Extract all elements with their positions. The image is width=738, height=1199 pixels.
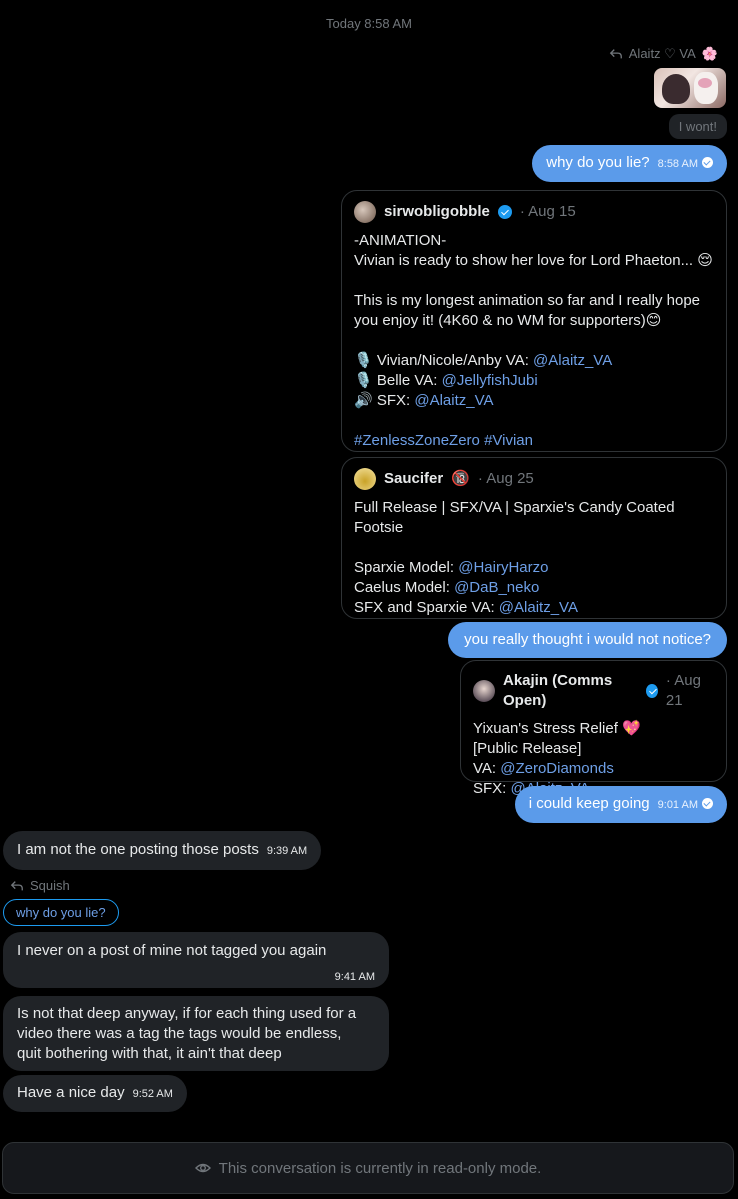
- message-bubble-outgoing[interactable]: why do you lie? 8:58 AM: [532, 145, 727, 182]
- message-text: video there was a tag the tags would be …: [17, 1025, 342, 1042]
- reply-indicator: Squish: [10, 878, 70, 893]
- message-bubble-incoming[interactable]: I am not the one posting those posts 9:39…: [3, 831, 322, 870]
- verified-icon: [645, 684, 658, 698]
- reply-icon: [10, 880, 23, 890]
- avatar: [354, 201, 376, 223]
- mention-link[interactable]: @HairyHarzo: [458, 559, 548, 576]
- read-check-icon: [702, 798, 713, 809]
- post-author: sirwobligobble: [384, 203, 490, 220]
- avatar: [473, 680, 495, 702]
- post-line: Caelus Model:: [354, 579, 455, 596]
- age-badge: 🔞: [451, 470, 470, 487]
- post-line: Vivian is ready to show her love for Lor…: [354, 252, 713, 269]
- post-line: -ANIMATION-: [354, 232, 447, 249]
- read-only-notice: This conversation is currently in read-o…: [2, 1142, 734, 1194]
- mention-link[interactable]: @Alaitz_VA: [533, 352, 612, 369]
- message-text: i could keep going: [528, 795, 650, 812]
- mention-link[interactable]: @Alaitz_VA: [414, 392, 493, 409]
- post-line: Footsie: [354, 519, 404, 536]
- post-line: Sparxie Model:: [354, 559, 459, 576]
- post-line: SFX:: [473, 780, 511, 797]
- quoted-media-thumbnail[interactable]: [654, 68, 726, 108]
- reply-author: Alaitz ♡ VA: [628, 46, 696, 61]
- quoted-message[interactable]: why do you lie?: [3, 899, 119, 926]
- post-line: Yixuan's Stress Relief 💖: [473, 720, 641, 737]
- reply-author: Squish: [30, 878, 70, 893]
- shared-post-card[interactable]: sirwobligobble · Aug 15 -ANIMATION- Vivi…: [341, 190, 727, 452]
- post-line: SFX and Sparxie VA:: [354, 599, 499, 616]
- read-check-icon: [702, 157, 713, 168]
- mention-link[interactable]: @Alaitz_VA: [499, 599, 578, 616]
- conversation-timestamp: Today 8:58 AM: [326, 16, 412, 31]
- post-line: VA:: [473, 760, 501, 777]
- post-date: · Aug 15: [519, 203, 576, 220]
- shared-post-card[interactable]: Akajin (Comms Open) · Aug 21 Yixuan's St…: [460, 660, 727, 797]
- message-text: I never on a post of mine not tagged you…: [17, 942, 327, 959]
- post-line: This is my longest animation so far and …: [354, 292, 701, 309]
- mention-link[interactable]: @DaB_neko: [454, 579, 539, 596]
- message-text: Is not that deep anyway, if for each thi…: [17, 1005, 357, 1022]
- verified-icon: [497, 205, 512, 219]
- mention-link[interactable]: @JellyfishJubi: [442, 372, 538, 389]
- avatar: [354, 468, 376, 490]
- message-time: 9:01 AM: [657, 799, 698, 811]
- message-bubble-outgoing[interactable]: you really thought i would not notice?: [448, 622, 727, 658]
- read-only-text: This conversation is currently in read-o…: [218, 1159, 542, 1177]
- mention-link[interactable]: @ZeroDiamonds: [500, 760, 614, 777]
- post-author: Akajin (Comms Open): [503, 672, 613, 709]
- message-time: 9:39 AM: [266, 845, 308, 857]
- post-line: 🎙️ Belle VA:: [354, 372, 442, 389]
- reply-icon: [609, 49, 622, 59]
- message-text: why do you lie?: [546, 154, 650, 171]
- quoted-message[interactable]: I wont!: [668, 114, 727, 139]
- post-line: 🔊 SFX:: [354, 392, 415, 409]
- message-time: 9:41 AM: [334, 971, 375, 983]
- message-time: 9:52 AM: [132, 1088, 173, 1100]
- message-text: I am not the one posting those posts: [17, 841, 259, 858]
- hashtags[interactable]: #ZenlessZoneZero #Vivian: [354, 431, 714, 451]
- message-bubble-incoming[interactable]: I never on a post of mine not tagged you…: [3, 932, 389, 988]
- message-bubble-incoming[interactable]: Is not that deep anyway, if for each thi…: [3, 996, 389, 1071]
- shared-post-card[interactable]: Saucifer 🔞 · Aug 25 Full Release | SFX/V…: [341, 457, 727, 619]
- message-time: 8:58 AM: [657, 158, 698, 170]
- post-author: Saucifer: [384, 470, 444, 487]
- message-text: you really thought i would not notice?: [464, 631, 711, 648]
- message-bubble-incoming[interactable]: Have a nice day 9:52 AM: [3, 1075, 187, 1112]
- eye-icon: [194, 1163, 211, 1173]
- post-line: Full Release | SFX/VA | Sparxie's Candy …: [354, 499, 675, 516]
- post-date: · Aug 25: [477, 470, 534, 487]
- message-text: quit bothering with that, it ain't that …: [17, 1045, 282, 1062]
- message-bubble-outgoing[interactable]: i could keep going 9:01 AM: [514, 786, 727, 823]
- reply-emoji: 🌸: [701, 46, 718, 61]
- message-text: Have a nice day: [17, 1084, 125, 1101]
- post-date: · Aug 21: [665, 672, 701, 709]
- post-line: 🎙️ Vivian/Nicole/Anby VA:: [354, 352, 534, 369]
- post-line: you enjoy it! (4K60 & no WM for supporte…: [354, 312, 662, 329]
- post-line: [Public Release]: [473, 740, 582, 757]
- reply-indicator: Alaitz ♡ VA 🌸: [609, 46, 718, 62]
